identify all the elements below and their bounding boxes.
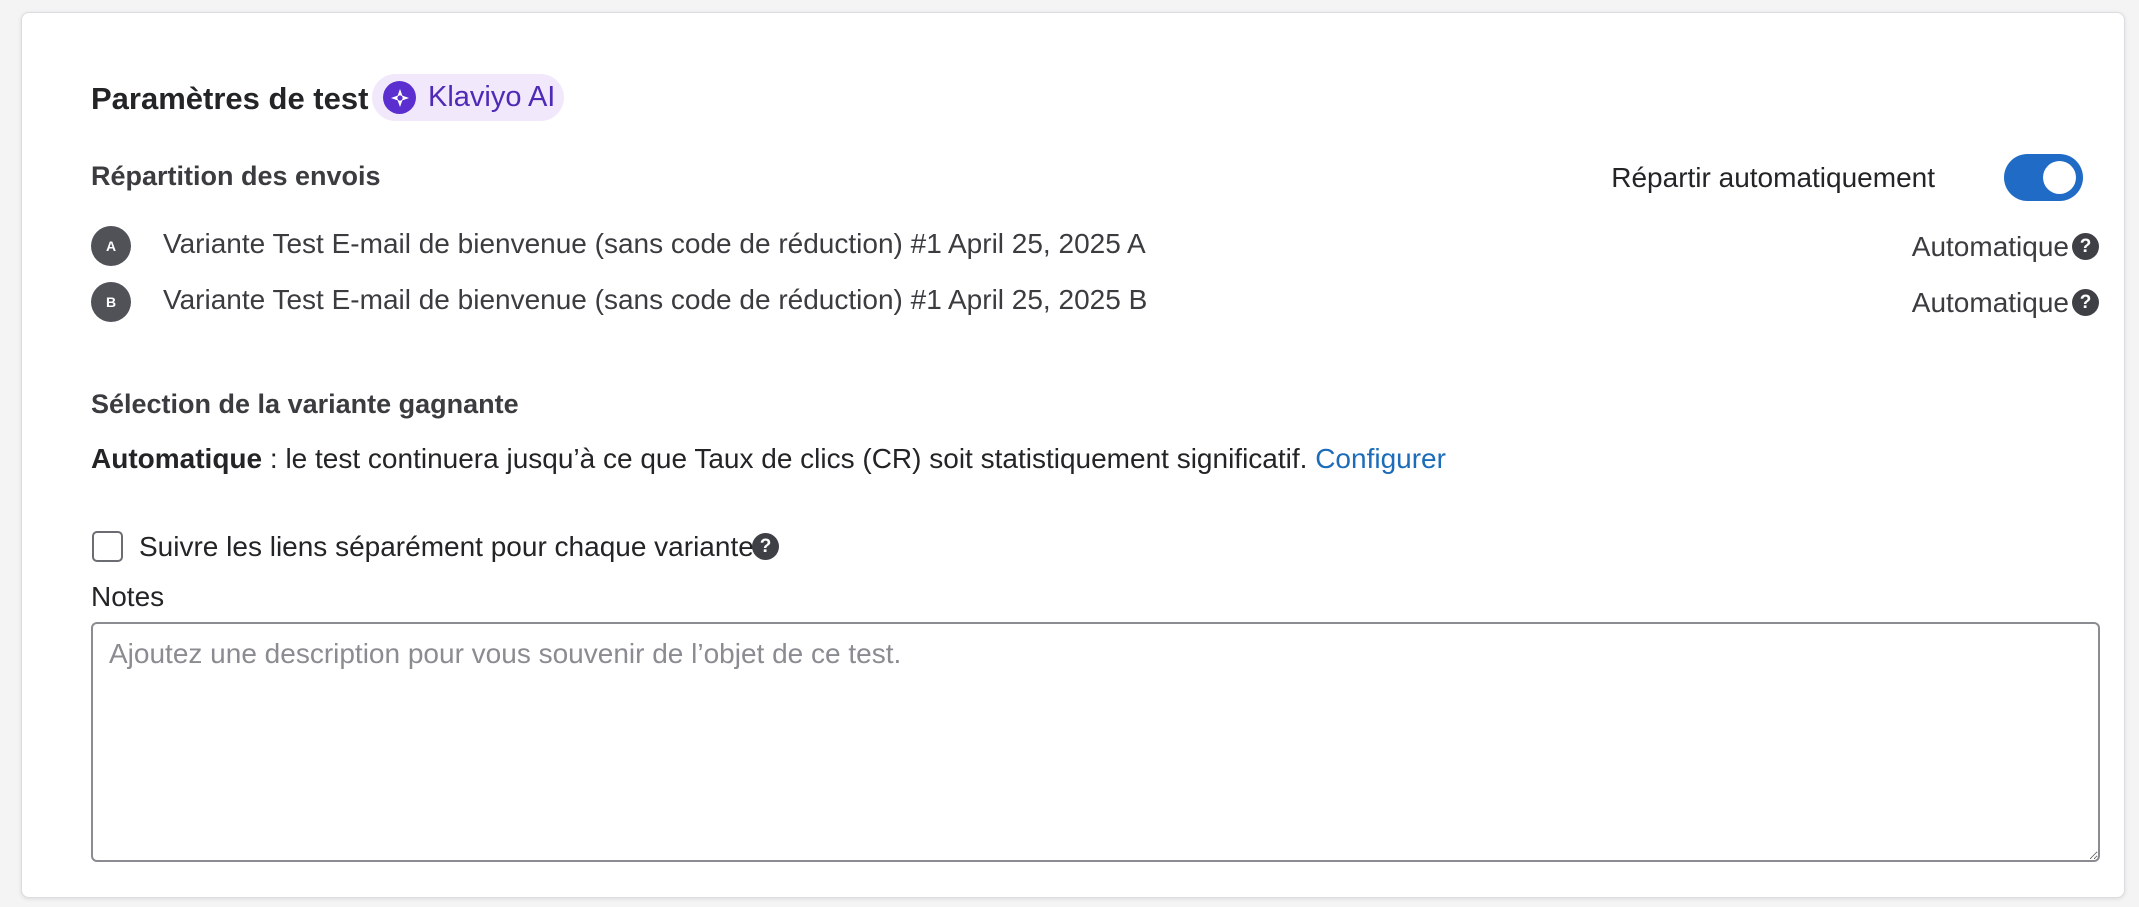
configure-link[interactable]: Configurer xyxy=(1315,443,1446,474)
auto-distribute-toggle[interactable] xyxy=(2004,154,2083,201)
toggle-knob xyxy=(2043,161,2076,194)
notes-textarea[interactable] xyxy=(91,622,2100,862)
variant-name: Variante Test E-mail de bienvenue (sans … xyxy=(163,228,1146,259)
variant-split-value: Automatique xyxy=(1911,231,2069,262)
page-title: Paramètres de test xyxy=(91,81,369,116)
variant-row: B Variante Test E-mail de bienvenue (san… xyxy=(91,282,2099,322)
help-icon[interactable]: ? xyxy=(752,533,779,560)
variant-split-value: Automatique xyxy=(1911,287,2069,318)
ai-badge-label: Klaviyo AI xyxy=(428,81,556,113)
distribution-title: Répartition des envois xyxy=(91,161,381,191)
help-icon[interactable]: ? xyxy=(2072,233,2099,260)
winner-mode: Automatique xyxy=(91,443,263,474)
notes-label: Notes xyxy=(91,581,165,612)
variant-row: A Variante Test E-mail de bienvenue (san… xyxy=(91,226,2099,266)
variant-name: Variante Test E-mail de bienvenue (sans … xyxy=(163,284,1148,315)
variant-letter-badge: A xyxy=(91,226,131,266)
winner-selection-title: Sélection de la variante gagnante xyxy=(91,389,519,419)
auto-distribute-label: Répartir automatiquement xyxy=(1611,162,1935,193)
track-links-checkbox[interactable] xyxy=(92,531,123,562)
help-icon[interactable]: ? xyxy=(2072,289,2099,316)
winner-description-text: : le test continuera jusqu’à ce que Taux… xyxy=(262,443,1316,474)
variant-letter-badge: B xyxy=(91,282,131,322)
test-settings-card: Paramètres de test Klaviyo AI Répartitio… xyxy=(21,12,2125,898)
klaviyo-ai-badge: Klaviyo AI xyxy=(372,74,564,121)
winner-description: Automatique : le test continuera jusqu’à… xyxy=(91,441,1446,477)
track-links-label[interactable]: Suivre les liens séparément pour chaque … xyxy=(139,529,754,565)
sparkle-icon xyxy=(383,81,416,114)
